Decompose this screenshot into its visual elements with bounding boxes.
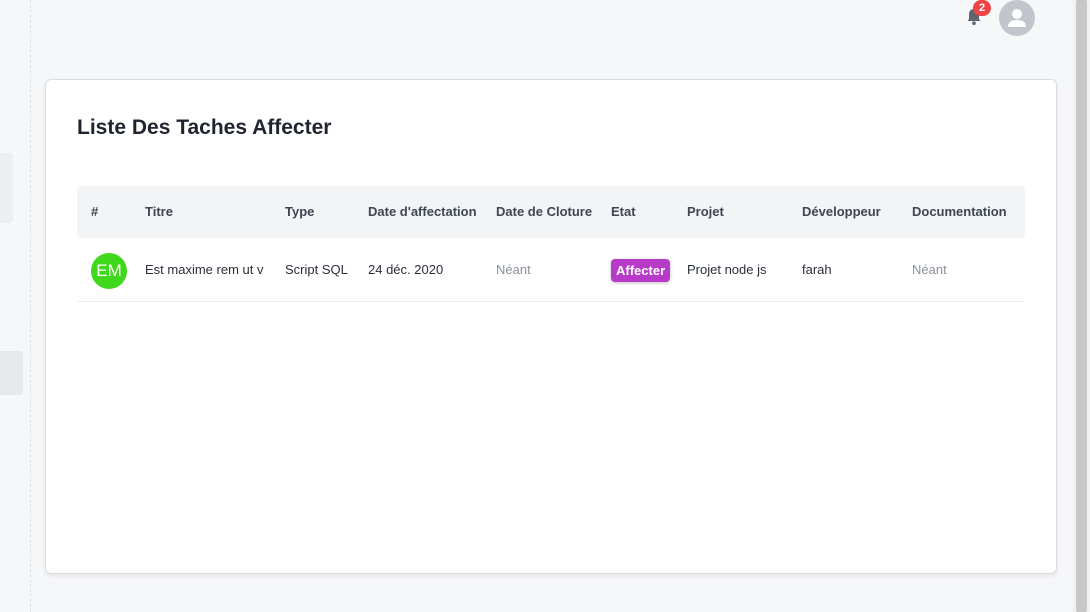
cell-developpeur: farah	[802, 262, 832, 277]
scrollbar-thumb[interactable]	[1076, 0, 1087, 612]
avatar: EM	[91, 253, 127, 289]
column-header-type: Type	[285, 204, 315, 219]
notification-badge: 2	[973, 0, 991, 16]
cell-projet: Projet node js	[687, 262, 767, 277]
table-row[interactable]: EM Est maxime rem ut v Script SQL 24 déc…	[77, 238, 1025, 302]
sidebar-tab[interactable]	[0, 351, 23, 395]
column-header-projet: Projet	[687, 204, 724, 219]
cell-titre: Est maxime rem ut v	[145, 262, 264, 277]
cell-date-cloture: Néant	[496, 262, 531, 277]
sidebar-tab[interactable]	[0, 153, 13, 223]
table-header: # Titre Type Date d'affectation Date de …	[77, 186, 1025, 238]
column-header-developpeur: Développeur	[802, 204, 881, 219]
cell-documentation: Néant	[912, 262, 947, 277]
column-header-documentation: Documentation	[912, 204, 1007, 219]
page-title: Liste Des Taches Affecter	[77, 116, 332, 139]
task-table: # Titre Type Date d'affectation Date de …	[77, 186, 1025, 302]
cell-type: Script SQL	[285, 262, 348, 277]
column-header-date-affectation: Date d'affectation	[368, 204, 477, 219]
sidebar	[0, 0, 31, 612]
column-header-titre: Titre	[145, 204, 173, 219]
scrollbar-track[interactable]	[1073, 0, 1090, 612]
status-badge: Affecter	[611, 259, 671, 282]
user-avatar-button[interactable]	[999, 0, 1035, 36]
task-list-card: Liste Des Taches Affecter # Titre Type D…	[45, 79, 1057, 574]
column-header-index: #	[91, 204, 99, 219]
column-header-date-cloture: Date de Cloture	[496, 204, 593, 219]
user-icon	[1008, 9, 1026, 27]
column-header-etat: Etat	[611, 204, 636, 219]
cell-date-affectation: 24 déc. 2020	[368, 262, 444, 277]
